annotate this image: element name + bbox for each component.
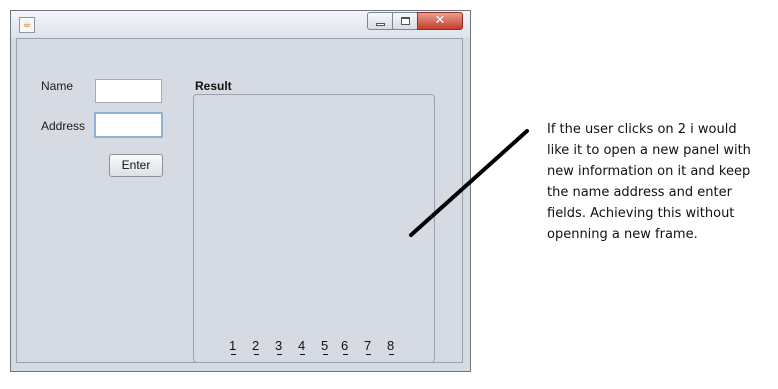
pointer-line [409,129,529,237]
annotation-note: If the user clicks on 2 i would like it … [547,122,751,242]
